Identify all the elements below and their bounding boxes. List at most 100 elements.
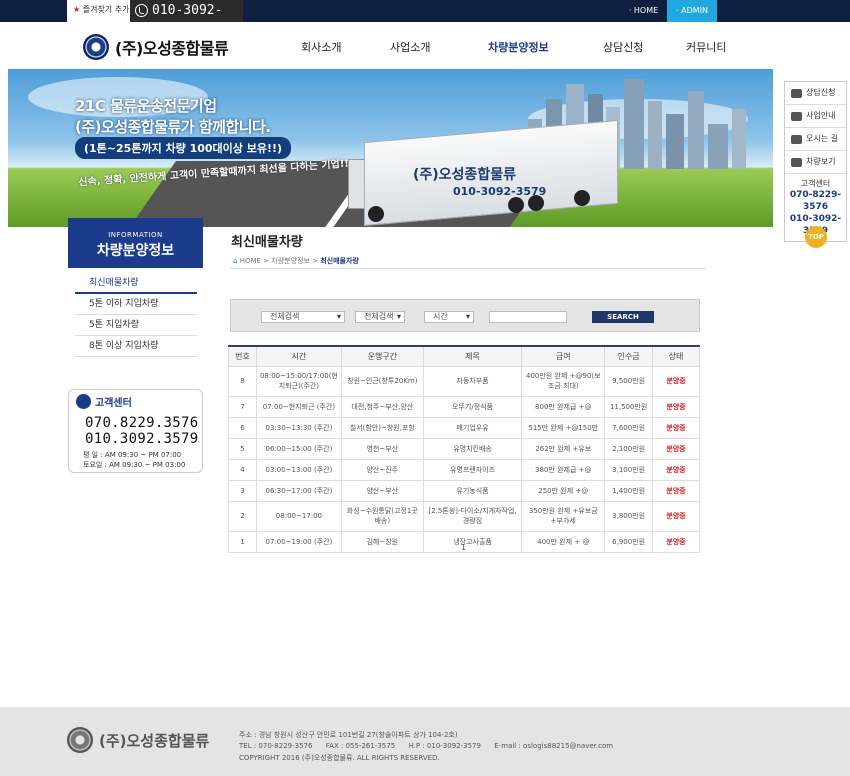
search-bar: 전체검색 전체검색 시간 SEARCH — [230, 299, 700, 332]
table-cell: 800만 완제급 +@ — [521, 395, 606, 418]
hero-line1: 21C 물류운송전문기업 — [75, 97, 217, 115]
footer: (주)오성종합물류 주소 : 경남 창원시 성산구 안민로 101번길 27(창… — [0, 707, 850, 776]
table-cell: 11,500만원 — [604, 395, 654, 418]
home-link[interactable]: · HOME — [620, 0, 667, 22]
lnb-item-latest[interactable]: 최신매물차량 — [75, 273, 197, 294]
search-input[interactable] — [489, 311, 567, 323]
site-logo[interactable]: (주)오성종합물류 — [83, 33, 229, 60]
table-cell: 262만 완제 +유보 — [521, 437, 606, 460]
hero-line2: (주)오성종합물류가 함께합니다. — [75, 118, 271, 136]
table-cell: 영천~부산 — [340, 437, 424, 460]
table-cell[interactable]: 유명치킨배송 — [422, 437, 523, 460]
table-row[interactable]: 4 03:00~13:00 (주간) 양산~진주 유명프랜차이즈 380만 완제급 +@… — [228, 458, 700, 481]
table-row[interactable]: 7 07:00~현지퇴근 (주간) 대전,청주~부산,양산 오뚜기/정식품 800만 완… — [228, 395, 700, 418]
table-cell: 06:30~17:00 (주간) — [255, 479, 342, 502]
table-cell: 김해~창원 — [340, 530, 424, 553]
wheel — [368, 206, 384, 222]
nav-vehicle-info[interactable]: 차량분양정보 — [488, 39, 549, 55]
col-route: 운행구간 — [340, 345, 424, 367]
status-badge: 분양중 — [652, 479, 700, 502]
table-cell[interactable]: 유명프랜차이즈 — [422, 458, 523, 481]
nav-company[interactable]: 회사소개 — [301, 39, 341, 55]
top-button[interactable]: TOP — [805, 226, 827, 248]
lnb-item-under5[interactable]: 5톤 이하 지입차량 — [75, 294, 197, 315]
table-cell: 3 — [228, 479, 257, 502]
table-cell: 03:30~13:30 (주간) — [255, 416, 342, 439]
search-select-time[interactable]: 시간 — [424, 311, 474, 323]
bookmark-button[interactable]: ★ 즐겨찾기 추가 — [67, 0, 130, 22]
status-badge: 분양중 — [652, 437, 700, 460]
table-cell[interactable]: 냉장고사출품 — [422, 530, 523, 553]
search-select-2[interactable]: 전체검색 — [355, 311, 405, 323]
table-row[interactable]: 3 06:30~17:00 (주간) 양산~부산 유기농식품 250만 완제 +@ 1,4… — [228, 479, 700, 502]
table-cell: 5 — [228, 437, 257, 460]
table-row[interactable]: 8 08:00~15:00/17:00(현지퇴근)(주간) 창원~인근(창투20Km… — [228, 365, 700, 397]
lnb-item-over8[interactable]: 8톤 이상 지입차량 — [75, 336, 197, 357]
table-cell: 칠서(함안)~창원,포항 — [340, 416, 424, 439]
cs-title: 고객센터 — [76, 394, 132, 409]
car-icon — [791, 134, 802, 144]
search-select-1[interactable]: 전체검색 — [261, 311, 345, 323]
vehicle-table: 번호 시간 운행구간 제목 급여 인수금 상태 8 08:00~15:00/17:… — [228, 345, 700, 553]
truck-icon — [791, 157, 802, 167]
table-cell: 양산~부산 — [340, 479, 424, 502]
table-row[interactable]: 2 08:00~17:00 화성~수원통닭(고정1곳배송) [2.5톤윙]-다이소/지… — [228, 500, 700, 532]
nav-community[interactable]: 커뮤니티 — [686, 39, 726, 55]
col-status: 상태 — [652, 345, 700, 367]
table-header-row: 번호 시간 운행구간 제목 급여 인수금 상태 — [228, 345, 700, 367]
table-cell: 7 — [228, 395, 257, 418]
logo-mark-icon — [67, 727, 93, 753]
footer-address: 주소 : 경남 창원시 성산구 안민로 101번길 27(창솔아파트 상가 10… — [239, 731, 458, 739]
status-badge: 분양중 — [652, 395, 700, 418]
quick-consult[interactable]: 상담신청 — [785, 82, 846, 105]
table-cell: 1 — [228, 530, 257, 553]
lnb-item-5ton[interactable]: 5톤 지입차량 — [75, 315, 197, 336]
quick-directions[interactable]: 오시는 길 — [785, 128, 846, 151]
table-cell[interactable]: 오뚜기/정식품 — [422, 395, 523, 418]
table-cell: 2 — [228, 500, 257, 532]
lnb-header-ko: 차량분양정보 — [96, 243, 175, 259]
col-price: 인수금 — [604, 345, 654, 367]
table-cell: 400만원 완제 +@90(보조금 최대) — [521, 365, 606, 397]
home-icon: ⌂ — [233, 257, 238, 265]
divider — [230, 268, 707, 269]
crumb-current: 최신매물차량 — [320, 257, 359, 265]
hero-badge: (1톤~25톤까지 차량 100대이상 보유!!) — [75, 137, 292, 159]
table-cell: 4 — [228, 458, 257, 481]
crumb-mid[interactable]: 차량분양정보 — [271, 257, 310, 265]
admin-link[interactable]: · ADMIN — [667, 0, 717, 22]
table-row[interactable]: 6 03:30~13:30 (주간) 칠서(함안)~창원,포항 매기업우유 515만 완… — [228, 416, 700, 439]
phone-icon — [135, 4, 148, 17]
quick-business[interactable]: 사업안내 — [785, 105, 846, 128]
lnb-header: INFORMATION 차량분양정보 — [68, 218, 203, 268]
logo-mark-icon — [83, 33, 109, 60]
col-time: 시간 — [255, 345, 342, 367]
quick-vehicles[interactable]: 차량보기 — [785, 151, 846, 174]
table-cell: 515만 완제 +@150만 — [521, 416, 606, 439]
cs-hours-weekday: 평 일 : AM 09:30 ~ PM 07:00 — [83, 451, 182, 459]
table-cell: 03:00~13:00 (주간) — [255, 458, 342, 481]
col-pay: 급여 — [521, 345, 606, 367]
footer-copyright: COPYRIGHT 2016 (주)오성종합물류. ALL RIGHTS RES… — [239, 754, 440, 762]
table-cell[interactable]: 유기농식품 — [422, 479, 523, 502]
table-cell[interactable]: 매기업우유 — [422, 416, 523, 439]
nav-consult[interactable]: 상담신청 — [603, 39, 643, 55]
table-cell: 07:00~19:00 (주간) — [255, 530, 342, 553]
page-title: 최신매물차량 — [231, 235, 303, 250]
table-cell: 08:00~17:00 — [255, 500, 342, 532]
nav-business[interactable]: 사업소개 — [390, 39, 430, 55]
table-cell: 대전,청주~부산,양산 — [340, 395, 424, 418]
crumb-home[interactable]: HOME — [240, 257, 261, 265]
table-cell[interactable]: [2.5톤윙]-다이소/지게차작업,경량짐 — [422, 500, 523, 532]
table-cell: 6 — [228, 416, 257, 439]
cs-number2: 010.3092.3579 — [85, 431, 199, 447]
table-cell[interactable]: 자동차부품 — [422, 365, 523, 397]
bookmark-label: 즐겨찾기 추가 — [82, 5, 130, 14]
pagination-page-1[interactable]: 1 — [461, 543, 466, 552]
table-row[interactable]: 5 06:00~15:00 (주간) 영천~부산 유명치킨배송 262만 완제 +유보 2… — [228, 437, 700, 460]
star-icon: ★ — [73, 5, 81, 14]
search-button[interactable]: SEARCH — [592, 311, 654, 323]
cs-number1: 070.8229.3576 — [85, 415, 199, 431]
wheel — [508, 197, 524, 213]
top-phone: 010-3092-3579 — [130, 0, 243, 39]
